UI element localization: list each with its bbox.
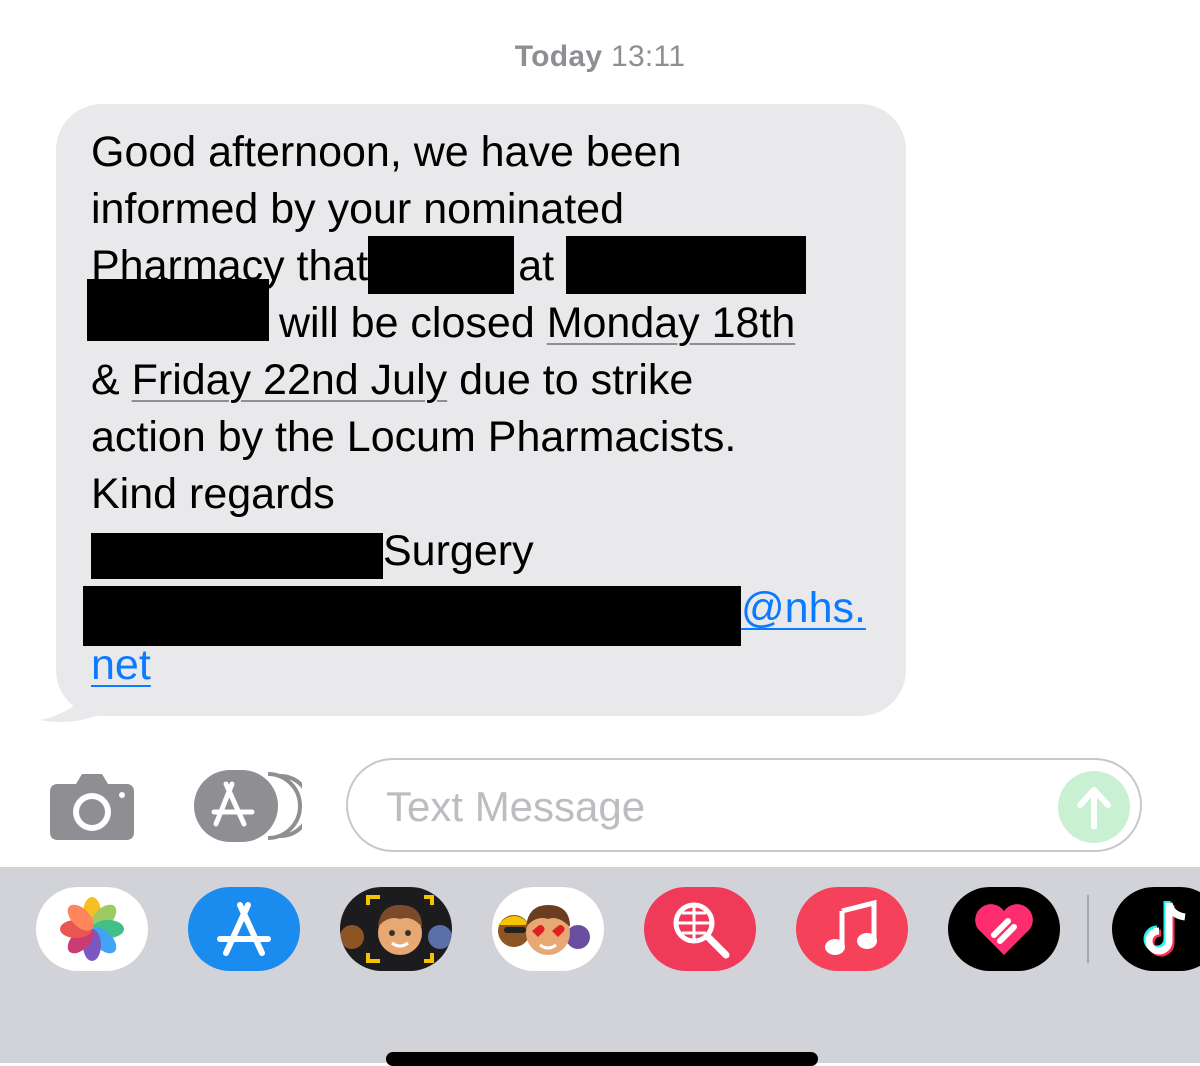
message-text-segment: &: [91, 356, 120, 404]
message-text-segment: Surgery: [383, 527, 534, 575]
redaction-block: [566, 236, 807, 294]
redaction-block: [91, 533, 383, 579]
tiktok-app-button[interactable]: [1112, 887, 1200, 971]
app-store-app-button[interactable]: [188, 887, 300, 971]
app-drawer-divider: [1087, 895, 1089, 963]
home-indicator[interactable]: [386, 1052, 818, 1066]
memoji-icon: [340, 895, 452, 963]
message-line: Surgery: [91, 523, 866, 580]
redaction-block: [368, 236, 515, 294]
email-link[interactable]: net: [91, 641, 151, 689]
message-line: action by the Locum Pharmacists.: [91, 413, 737, 461]
animoji-icon: [498, 905, 590, 955]
heart-icon: [975, 904, 1033, 955]
app-store-icon: [194, 770, 312, 842]
message-input-bar: [0, 756, 1200, 856]
digital-touch-app-button[interactable]: [948, 887, 1060, 971]
message-text-segment: will be closed: [279, 299, 535, 347]
tiktok-icon: [1143, 901, 1186, 957]
date-detected-link[interactable]: Friday 22nd July: [132, 356, 448, 404]
app-store-icon: [217, 902, 271, 956]
text-message-input[interactable]: [384, 778, 1028, 836]
message-text: Good afternoon, we have been informed by…: [83, 124, 866, 694]
photos-app-button[interactable]: [36, 887, 148, 971]
memoji-stickers-app-button[interactable]: [340, 887, 452, 971]
message-timestamp: Today 13:11: [0, 40, 1200, 74]
message-line: & Friday 22nd July due to strike: [91, 352, 866, 409]
timestamp-time: 13:11: [610, 40, 686, 73]
message-line: informed by your nominated: [91, 185, 625, 233]
animoji-app-button[interactable]: [492, 887, 604, 971]
photos-icon: [60, 897, 124, 961]
message-line: @nhs.: [83, 580, 866, 646]
date-detected-link[interactable]: Monday 18th: [547, 299, 796, 347]
music-app-button[interactable]: [796, 887, 908, 971]
message-text-segment: due to strike: [459, 356, 694, 404]
apps-button[interactable]: [192, 770, 312, 842]
camera-icon: [50, 774, 134, 840]
redaction-block: [87, 279, 269, 341]
image-search-app-button[interactable]: [644, 887, 756, 971]
message-line: net: [91, 637, 866, 694]
message-text-segment: at: [518, 242, 555, 290]
text-message-field[interactable]: [346, 758, 1142, 852]
email-link[interactable]: @nhs.: [741, 584, 866, 632]
message-line: Good afternoon, we have been: [91, 128, 682, 176]
timestamp-day: Today: [514, 40, 603, 73]
camera-button[interactable]: [48, 770, 136, 842]
message-line: Kind regards: [91, 470, 335, 518]
message-line: will be closed Monday 18th: [87, 279, 866, 352]
send-button[interactable]: [1058, 771, 1130, 843]
music-note-icon: [825, 899, 877, 955]
globe-search-icon: [673, 902, 730, 959]
app-drawer: [0, 867, 1200, 1066]
arrow-up-icon: [1077, 787, 1111, 829]
